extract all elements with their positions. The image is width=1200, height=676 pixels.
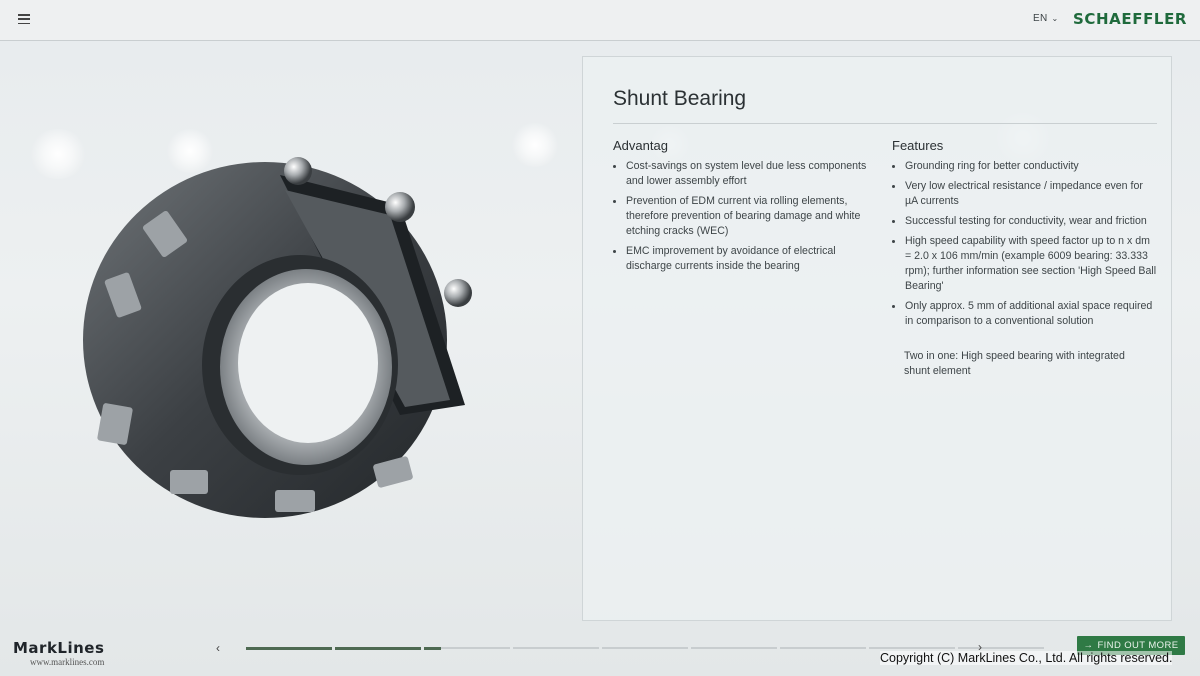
features-list: Grounding ring for better conductivity V… (892, 159, 1157, 329)
advantages-heading: Advantag (613, 138, 668, 153)
shunt-bearing-image (83, 157, 472, 518)
chevron-down-icon: ⌄ (1051, 14, 1059, 23)
list-item: High speed capability with speed factor … (904, 234, 1157, 294)
progress-segment[interactable] (958, 647, 1044, 649)
list-item: Only approx. 5 mm of additional axial sp… (904, 299, 1157, 329)
progress-segment[interactable] (691, 647, 777, 649)
progress-segment[interactable] (780, 647, 866, 649)
light-reflection (510, 123, 560, 167)
advantages-section: Advantag Cost-savings on system level du… (613, 138, 868, 279)
list-item: Very low electrical resistance / impedan… (904, 179, 1157, 209)
list-item: EMC improvement by avoidance of electric… (625, 244, 868, 274)
info-panel: Shunt Bearing Advantag Cost-savings on s… (582, 56, 1172, 621)
brand-logo[interactable]: SCHAEFFLER (1073, 10, 1187, 28)
list-item: Prevention of EDM current via rolling el… (625, 194, 868, 239)
progress-segment-filled (424, 647, 442, 650)
previous-slide-button[interactable]: ‹ (216, 641, 220, 655)
language-label: EN (1033, 13, 1048, 24)
copyright-text: Copyright (C) MarkLines Co., Ltd. All ri… (880, 651, 1173, 665)
divider (613, 123, 1157, 124)
list-item: Grounding ring for better conductivity (904, 159, 1157, 174)
features-note: Two in one: High speed bearing with inte… (904, 350, 1125, 377)
top-bar: EN ⌄ SCHAEFFLER (0, 0, 1200, 41)
arrow-right-icon: → (1083, 640, 1094, 651)
progress-segment-filled (335, 647, 421, 650)
advantages-list: Cost-savings on system level due less co… (613, 159, 868, 274)
features-section: Features Grounding ring for better condu… (892, 138, 1157, 379)
progress-segment[interactable] (602, 647, 688, 649)
panel-title: Shunt Bearing (613, 87, 747, 110)
list-item: Cost-savings on system level due less co… (625, 159, 868, 189)
features-heading: Features (892, 138, 944, 153)
progress-segment-filled (246, 647, 332, 650)
hamburger-menu-icon[interactable] (18, 14, 30, 25)
language-selector[interactable]: EN ⌄ (1033, 13, 1059, 24)
marklines-logo: MarkLines (13, 639, 105, 657)
list-item: Successful testing for conductivity, wea… (904, 214, 1157, 229)
progress-segment[interactable] (869, 647, 955, 649)
find-out-more-label: FIND OUT MORE (1097, 640, 1179, 651)
progress-segment[interactable] (513, 647, 599, 649)
watermark-url: www.marklines.com (30, 657, 105, 667)
